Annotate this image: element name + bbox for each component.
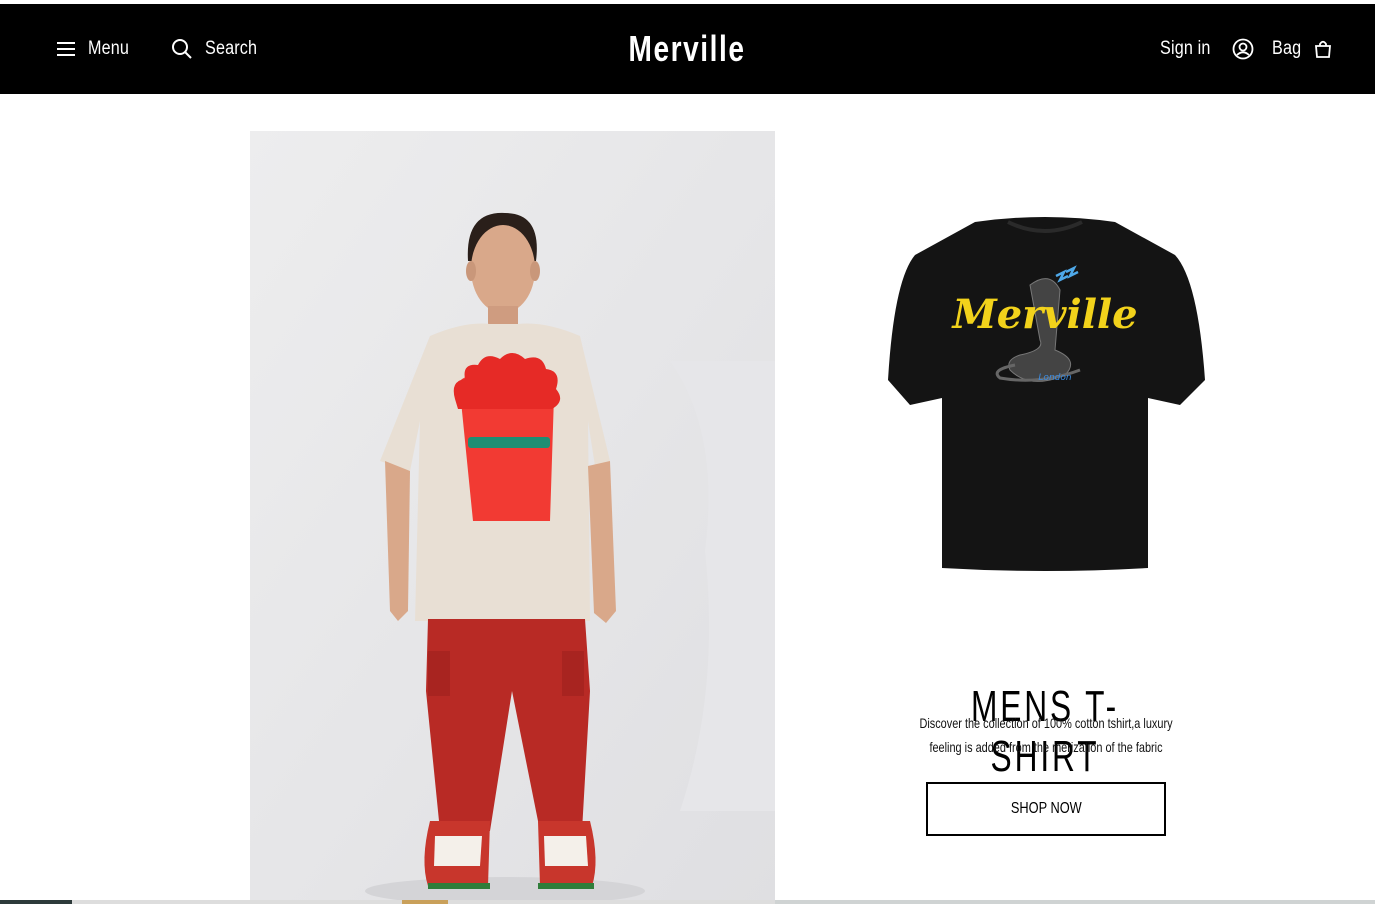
bag-label: Bag — [1272, 38, 1302, 59]
logo-link[interactable]: Merville — [629, 28, 746, 70]
model-photo[interactable] — [250, 131, 775, 904]
search-label: Search — [205, 38, 258, 59]
menu-label: Menu — [88, 38, 130, 59]
sign-in-button[interactable]: Sign in — [1160, 4, 1254, 94]
shop-now-button[interactable]: SHOP NOW — [926, 782, 1166, 836]
product-tshirt-image[interactable]: Merville London — [880, 210, 1210, 580]
site-header: Menu Search Merville Sign in Bag — [0, 4, 1375, 94]
model-illustration — [250, 131, 775, 904]
search-icon — [172, 39, 192, 59]
sign-in-label: Sign in — [1160, 38, 1211, 59]
promo-description-text: Discover the collection of 100% cotton t… — [919, 715, 1173, 755]
tshirt-print-subtext: London — [1038, 373, 1071, 383]
shopping-bag-icon — [1315, 40, 1332, 58]
shop-now-label: SHOP NOW — [1010, 800, 1082, 817]
user-circle-icon — [1232, 38, 1253, 60]
strip-segment — [775, 900, 1375, 904]
next-section-strip — [0, 900, 1375, 904]
menu-button[interactable]: Menu — [56, 4, 136, 94]
strip-segment — [0, 900, 72, 904]
tshirt-print-text: Merville — [950, 291, 1137, 338]
bag-button[interactable]: Bag — [1272, 4, 1332, 94]
promo-description: Discover the collection of 100% cotton t… — [866, 711, 1226, 759]
strip-segment — [402, 900, 448, 904]
search-button[interactable]: Search — [171, 4, 266, 94]
hamburger-icon — [57, 42, 75, 56]
tshirt-illustration: Merville London — [888, 217, 1205, 571]
